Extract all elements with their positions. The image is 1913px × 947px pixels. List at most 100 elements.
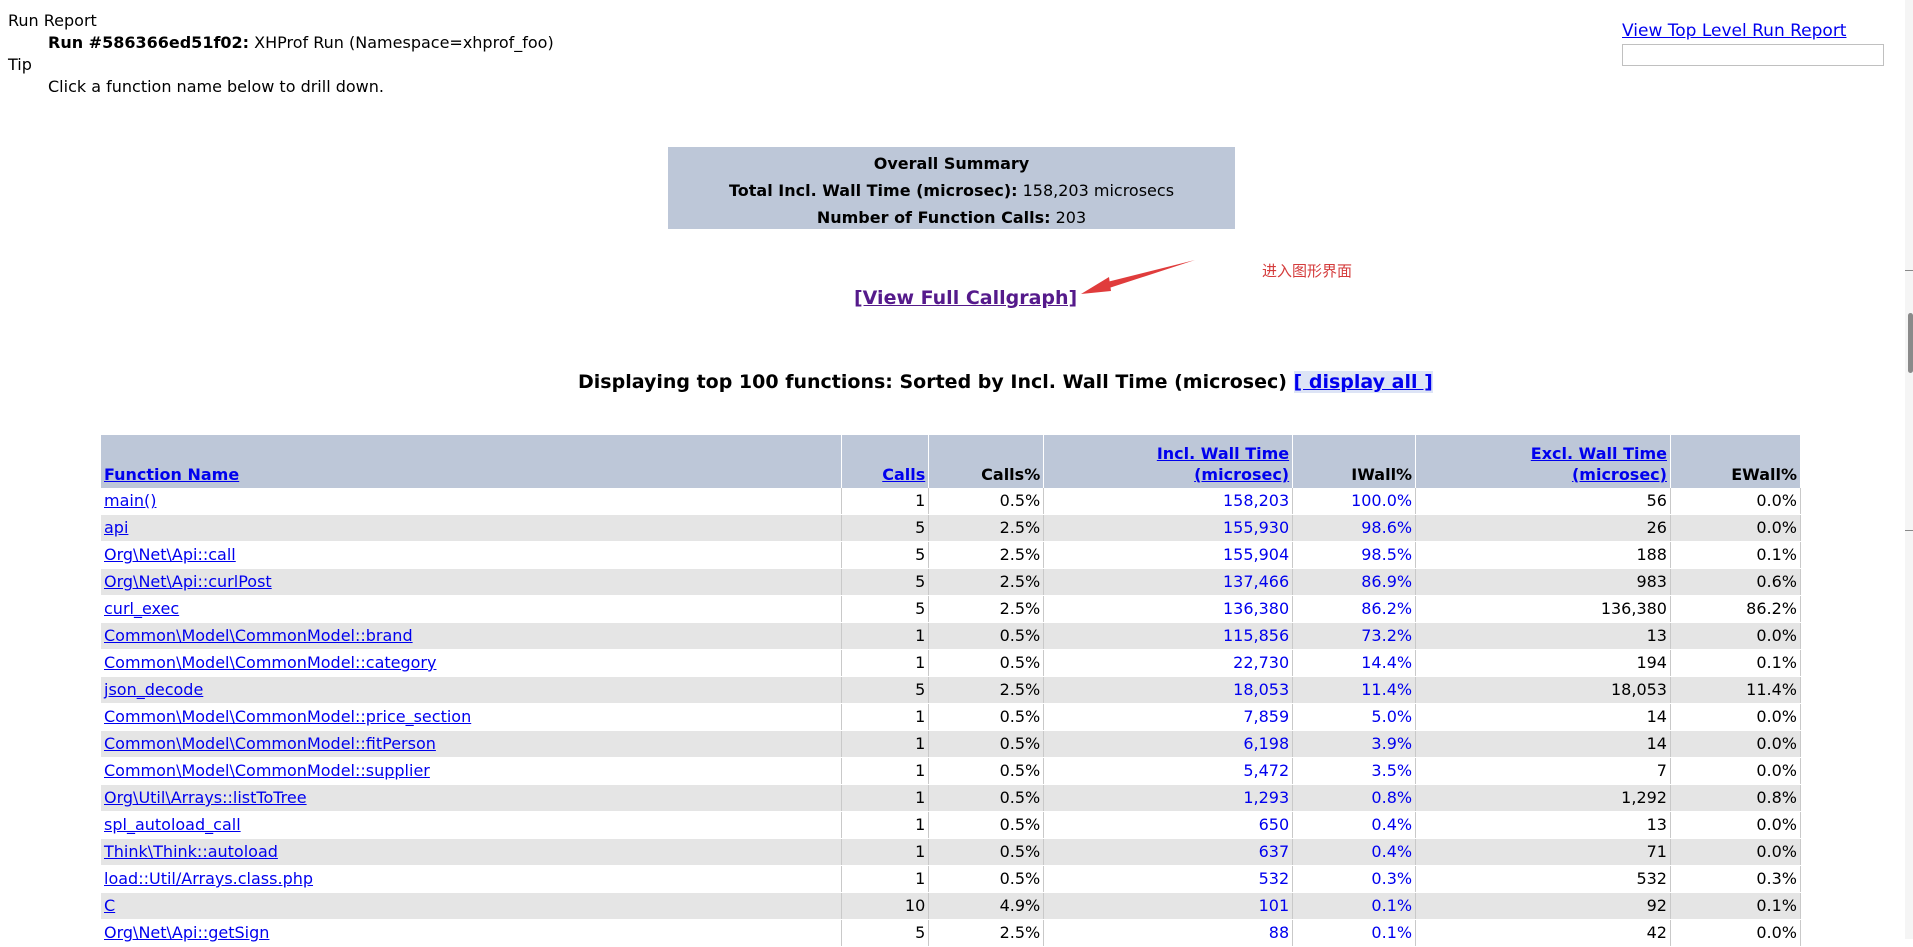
function-name-cell: Think\Think::autoload bbox=[101, 838, 843, 866]
function-name-cell: Common\Model\CommonModel::category bbox=[101, 649, 843, 677]
vertical-scrollbar[interactable] bbox=[1905, 0, 1913, 939]
table-row: json_decode 5 2.5% 18,053 11.4% 18,053 11.4% bbox=[101, 676, 1802, 704]
iwall-pct-cell: 73.2% bbox=[1292, 622, 1417, 650]
run-report-header: Run Report Run #586366ed51f02: XHProf Ru… bbox=[8, 10, 708, 98]
summary-wall-time-label: Total Incl. Wall Time (microsec): bbox=[728, 181, 1018, 200]
table-body: main() 1 0.5% 158,203 100.0% 56 0.0% api 5 2.5% 15… bbox=[101, 488, 1802, 947]
function-name-link[interactable]: api bbox=[104, 518, 128, 537]
top-right-panel: View Top Level Run Report bbox=[1622, 20, 1886, 66]
calls-pct-cell: 2.5% bbox=[928, 514, 1045, 542]
calls-pct-cell: 0.5% bbox=[928, 488, 1045, 515]
annotation-text: 进入图形界面 bbox=[1262, 262, 1353, 280]
view-full-callgraph-link[interactable]: [View Full Callgraph] bbox=[854, 287, 1077, 309]
function-name-link[interactable]: Common\Model\CommonModel::price_section bbox=[104, 707, 471, 726]
function-name-link[interactable]: main() bbox=[104, 491, 156, 510]
function-name-link[interactable]: Org\Util\Arrays::listToTree bbox=[104, 788, 307, 807]
calls-cell: 1 bbox=[841, 730, 930, 758]
table-row: spl_autoload_call 1 0.5% 650 0.4% 13 0.0% bbox=[101, 811, 1802, 839]
calls-pct-cell: 0.5% bbox=[928, 811, 1045, 839]
col-calls[interactable]: Calls bbox=[841, 435, 930, 488]
col-calls-pct: Calls% bbox=[928, 435, 1045, 488]
function-name-link[interactable]: Common\Model\CommonModel::category bbox=[104, 653, 436, 672]
calls-pct-cell: 0.5% bbox=[928, 649, 1045, 677]
function-name-link[interactable]: Org\Net\Api::curlPost bbox=[104, 572, 272, 591]
function-name-link[interactable]: Common\Model\CommonModel::supplier bbox=[104, 761, 430, 780]
excl-wall-cell: 26 bbox=[1415, 514, 1671, 542]
function-name-link[interactable]: Think\Think::autoload bbox=[104, 842, 278, 861]
ewall-pct-cell: 86.2% bbox=[1670, 595, 1802, 623]
col-function-name[interactable]: Function Name bbox=[101, 435, 843, 488]
function-name-cell: Common\Model\CommonModel::fitPerson bbox=[101, 730, 843, 758]
function-name-link[interactable]: Org\Net\Api::getSign bbox=[104, 923, 269, 942]
iwall-pct-cell: 0.1% bbox=[1292, 892, 1417, 920]
function-name-link[interactable]: curl_exec bbox=[104, 599, 179, 618]
calls-cell: 1 bbox=[841, 622, 930, 650]
incl-wall-cell: 7,859 bbox=[1043, 703, 1294, 731]
incl-wall-cell: 101 bbox=[1043, 892, 1294, 920]
excl-wall-cell: 7 bbox=[1415, 757, 1671, 785]
summary-title: Overall Summary bbox=[873, 154, 1030, 173]
view-top-level-run-report-link[interactable]: View Top Level Run Report bbox=[1622, 20, 1886, 42]
function-name-link[interactable]: C bbox=[104, 896, 115, 915]
iwall-pct-cell: 5.0% bbox=[1292, 703, 1417, 731]
table-row: Common\Model\CommonModel::category 1 0.5% 2… bbox=[101, 649, 1802, 677]
calls-pct-cell: 4.9% bbox=[928, 892, 1045, 920]
table-row: Org\Net\Api::curlPost 5 2.5% 137,466 86.9% 98… bbox=[101, 568, 1802, 596]
excl-wall-cell: 18,053 bbox=[1415, 676, 1671, 704]
ewall-pct-cell: 11.4% bbox=[1670, 676, 1802, 704]
run-report-label: Run Report bbox=[8, 11, 97, 30]
calls-pct-cell: 0.5% bbox=[928, 622, 1045, 650]
ewall-pct-cell: 0.0% bbox=[1670, 488, 1802, 515]
table-row: Common\Model\CommonModel::brand 1 0.5% 115,… bbox=[101, 622, 1802, 650]
incl-wall-cell: 158,203 bbox=[1043, 488, 1294, 515]
function-table: Function Name Calls Calls% Incl. Wall Ti… bbox=[101, 435, 1802, 947]
table-row: api 5 2.5% 155,930 98.6% 26 0.0% bbox=[101, 514, 1802, 542]
summary-function-calls-label: Number of Function Calls: bbox=[816, 208, 1051, 227]
function-name-cell: spl_autoload_call bbox=[101, 811, 843, 839]
display-all-link[interactable]: [ display all ] bbox=[1293, 371, 1433, 393]
excl-wall-cell: 42 bbox=[1415, 919, 1671, 947]
function-name-link[interactable]: Org\Net\Api::call bbox=[104, 545, 236, 564]
calls-pct-cell: 2.5% bbox=[928, 676, 1045, 704]
table-row: Common\Model\CommonModel::supplier 1 0.5% 5… bbox=[101, 757, 1802, 785]
calls-pct-cell: 0.5% bbox=[928, 757, 1045, 785]
calls-cell: 5 bbox=[841, 541, 930, 569]
table-row: Common\Model\CommonModel::fitPerson 1 0.5%… bbox=[101, 730, 1802, 758]
calls-cell: 1 bbox=[841, 488, 930, 515]
incl-wall-cell: 532 bbox=[1043, 865, 1294, 893]
function-name-cell: load::Util/Arrays.class.php bbox=[101, 865, 843, 893]
calls-pct-cell: 2.5% bbox=[928, 595, 1045, 623]
ewall-pct-cell: 0.0% bbox=[1670, 730, 1802, 758]
function-name-link[interactable]: spl_autoload_call bbox=[104, 815, 241, 834]
function-name-link[interactable]: json_decode bbox=[104, 680, 203, 699]
calls-cell: 5 bbox=[841, 568, 930, 596]
function-name-link[interactable]: load::Util/Arrays.class.php bbox=[104, 869, 313, 888]
function-name-link[interactable]: Common\Model\CommonModel::brand bbox=[104, 626, 413, 645]
incl-wall-cell: 22,730 bbox=[1043, 649, 1294, 677]
ewall-pct-cell: 0.0% bbox=[1670, 811, 1802, 839]
incl-wall-cell: 637 bbox=[1043, 838, 1294, 866]
red-arrow-annotation bbox=[1081, 260, 1195, 294]
ewall-pct-cell: 0.3% bbox=[1670, 865, 1802, 893]
run-info: Run #586366ed51f02: XHProf Run (Namespac… bbox=[48, 32, 708, 54]
summary-wall-time-value: 158,203 microsecs bbox=[1022, 181, 1175, 200]
function-name-link[interactable]: Common\Model\CommonModel::fitPerson bbox=[104, 734, 436, 753]
scrollbar-thumb[interactable] bbox=[1908, 313, 1913, 373]
function-name-cell: main() bbox=[101, 488, 843, 515]
ewall-pct-cell: 0.1% bbox=[1670, 541, 1802, 569]
calls-pct-cell: 2.5% bbox=[928, 568, 1045, 596]
display-heading: Displaying top 100 functions: Sorted by … bbox=[578, 371, 1433, 393]
incl-wall-cell: 1,293 bbox=[1043, 784, 1294, 812]
incl-wall-cell: 136,380 bbox=[1043, 595, 1294, 623]
col-excl-wall-time[interactable]: Excl. Wall Time (microsec) bbox=[1415, 435, 1671, 488]
search-input[interactable] bbox=[1622, 44, 1884, 66]
calls-cell: 1 bbox=[841, 784, 930, 812]
incl-wall-cell: 6,198 bbox=[1043, 730, 1294, 758]
calls-pct-cell: 2.5% bbox=[928, 919, 1045, 947]
calls-cell: 10 bbox=[841, 892, 930, 920]
excl-wall-cell: 983 bbox=[1415, 568, 1671, 596]
col-incl-wall-time[interactable]: Incl. Wall Time (microsec) bbox=[1043, 435, 1294, 488]
tip-label: Tip bbox=[8, 55, 32, 74]
display-title-text: Displaying top 100 functions: Sorted by … bbox=[578, 371, 1287, 393]
iwall-pct-cell: 0.4% bbox=[1292, 838, 1417, 866]
